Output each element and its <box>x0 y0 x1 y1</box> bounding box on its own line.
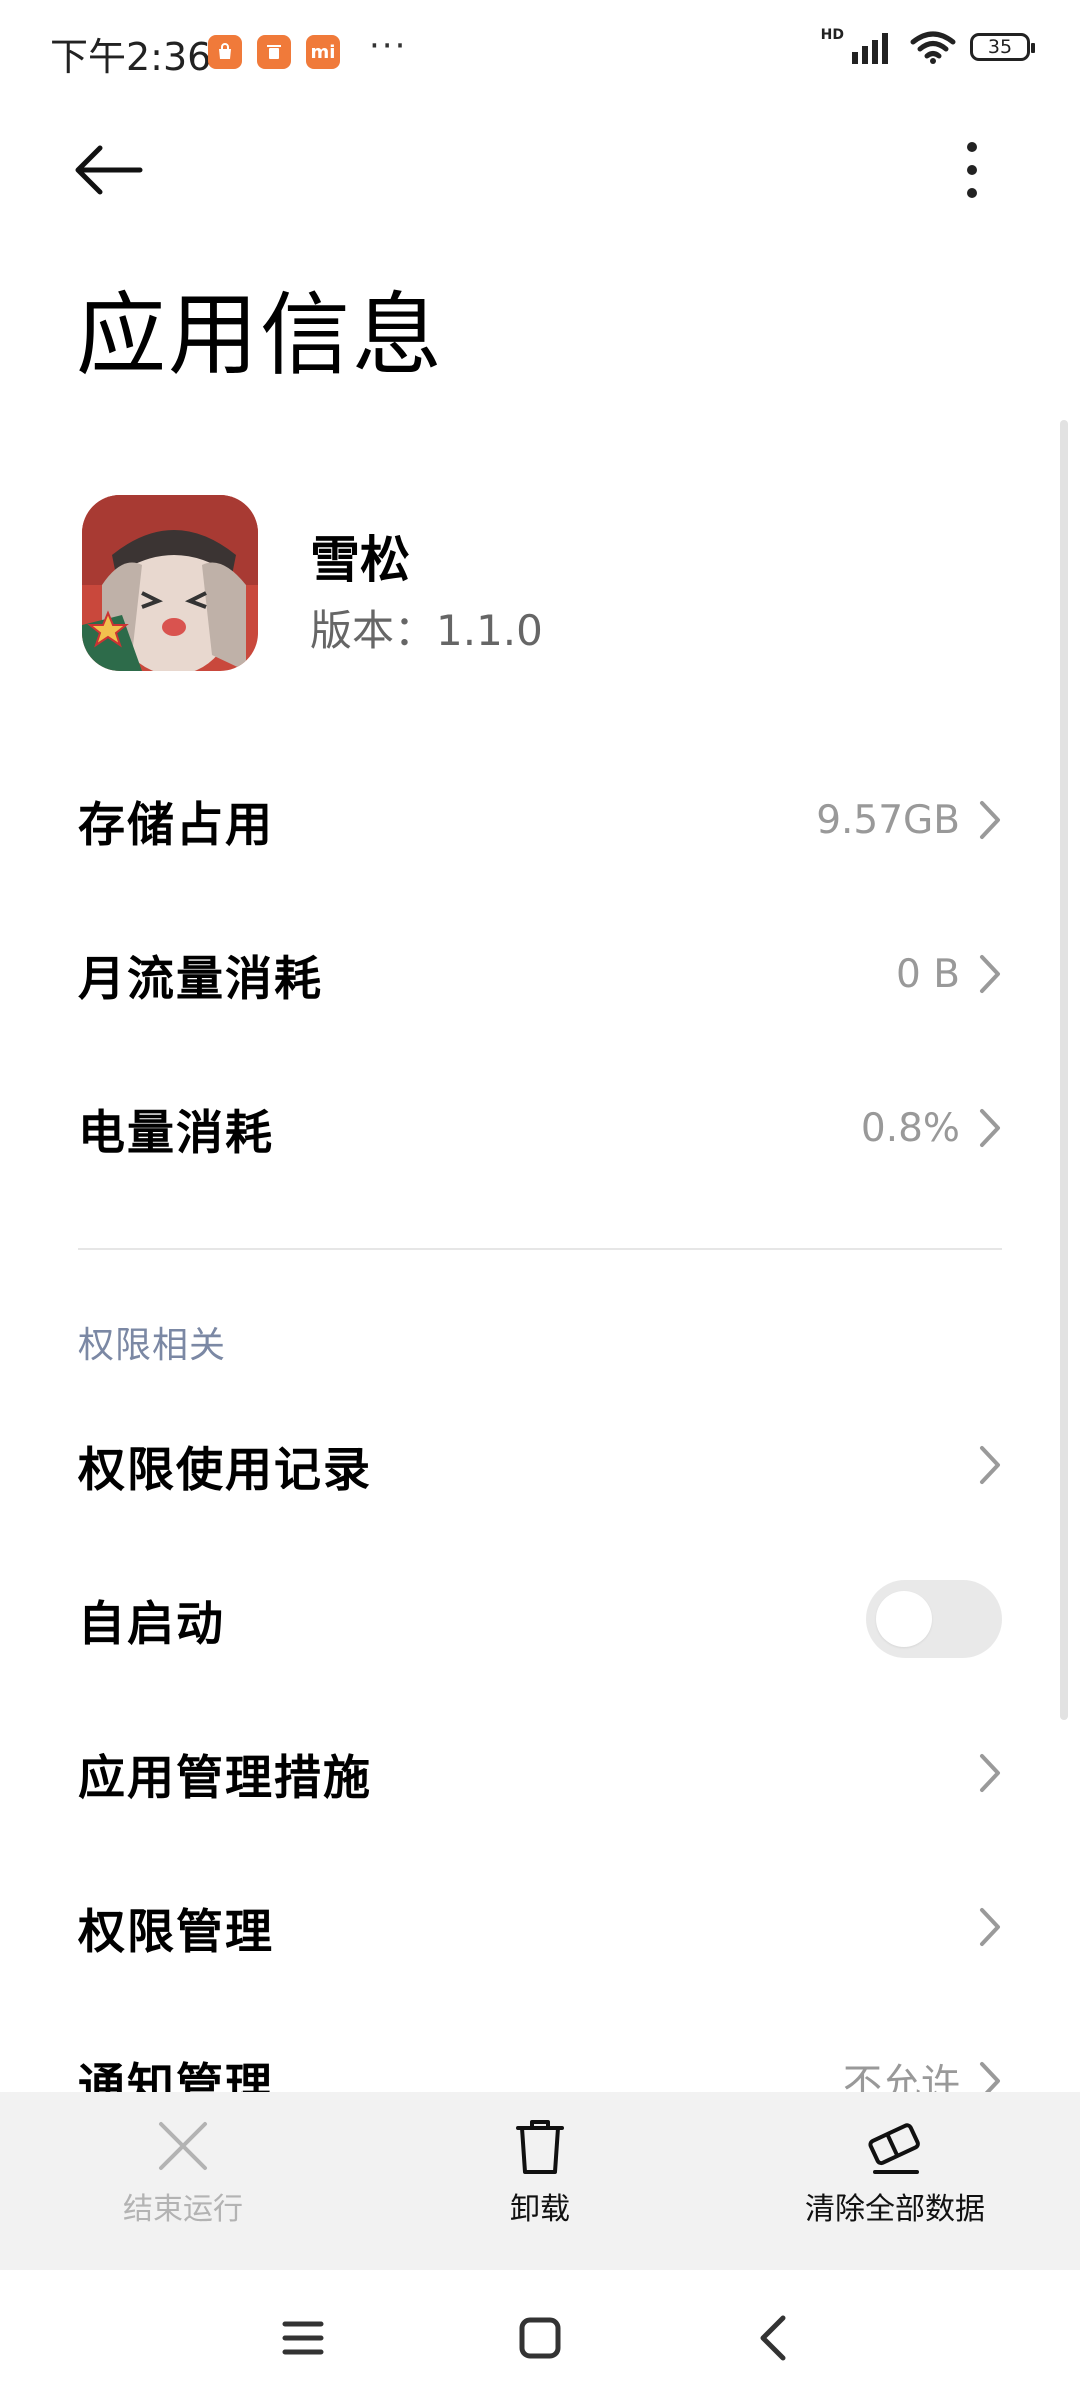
uninstall-label: 卸载 <box>510 2192 570 2227</box>
row-label: 电量消耗 <box>78 1105 274 1161</box>
row-value: 0 B <box>896 951 960 997</box>
hd-badge: HD <box>820 27 844 43</box>
navigation-bar <box>0 2270 1080 2400</box>
uninstall-button[interactable]: 卸载 <box>390 2092 690 2270</box>
chevron-right-icon <box>980 955 1000 993</box>
row-label: 月流量消耗 <box>78 951 323 1007</box>
clean-icon <box>257 35 291 69</box>
chevron-right-icon <box>980 1446 1000 1484</box>
row-label: 存储占用 <box>78 797 274 853</box>
notification-icons: mi ··· <box>208 26 407 72</box>
page-title: 应用信息 <box>76 283 444 388</box>
status-bar: 下午2:36 mi ··· HD 35 <box>0 0 1080 100</box>
permission-history-row[interactable]: 权限使用记录 <box>78 1405 1002 1525</box>
menu-icon[interactable] <box>273 2310 333 2366</box>
close-icon <box>159 2122 207 2170</box>
store-icon <box>208 35 242 69</box>
eraser-icon <box>868 2123 920 2174</box>
mi-icon: mi <box>306 35 340 69</box>
toggle-knob <box>876 1591 932 1647</box>
more-vert-icon[interactable] <box>938 135 998 205</box>
status-right: HD 35 <box>820 27 1035 64</box>
data-usage-row[interactable]: 月流量消耗 0 B <box>78 914 1002 1034</box>
arrow-left-icon[interactable] <box>70 140 150 200</box>
wifi-icon <box>910 31 956 64</box>
clear-data-label: 清除全部数据 <box>805 2192 985 2227</box>
chevron-right-icon <box>980 1754 1000 1792</box>
battery-icon: 35 <box>970 33 1035 61</box>
row-label: 应用管理措施 <box>78 1750 372 1806</box>
row-label: 权限管理 <box>78 1904 274 1960</box>
signal-icon <box>852 33 888 64</box>
clear-data-button[interactable]: 清除全部数据 <box>745 2092 1045 2270</box>
stop-label: 结束运行 <box>123 2192 243 2227</box>
status-time: 下午2:36 <box>50 35 212 79</box>
autostart-toggle[interactable] <box>866 1580 1002 1658</box>
autostart-row: 自启动 <box>78 1559 1002 1679</box>
section-title-permissions: 权限相关 <box>78 1325 227 1366</box>
stop-button[interactable]: 结束运行 <box>33 2092 333 2270</box>
scrollbar[interactable] <box>1060 420 1068 1720</box>
row-label: 自启动 <box>78 1596 225 1652</box>
row-label: 权限使用记录 <box>78 1442 372 1498</box>
app-version: 版本：1.1.0 <box>310 606 543 655</box>
app-management-row[interactable]: 应用管理措施 <box>78 1713 1002 1833</box>
permission-management-row[interactable]: 权限管理 <box>78 1867 1002 1987</box>
chevron-right-icon <box>980 1109 1000 1147</box>
row-value: 0.8% <box>860 1105 960 1151</box>
app-icon <box>82 495 258 671</box>
more-notifications-icon: ··· <box>369 26 408 66</box>
chevron-right-icon <box>980 1908 1000 1946</box>
action-bar: 结束运行 卸载 清除全部数据 <box>0 2092 1080 2270</box>
app-name: 雪松 <box>310 531 410 589</box>
row-value: 9.57GB <box>816 797 960 843</box>
storage-row[interactable]: 存储占用 9.57GB <box>78 760 1002 880</box>
home-icon[interactable] <box>510 2310 570 2366</box>
back-icon[interactable] <box>745 2310 805 2366</box>
chevron-right-icon <box>980 801 1000 839</box>
battery-usage-row[interactable]: 电量消耗 0.8% <box>78 1068 1002 1188</box>
divider <box>78 1248 1002 1250</box>
trash-icon <box>516 2120 564 2174</box>
